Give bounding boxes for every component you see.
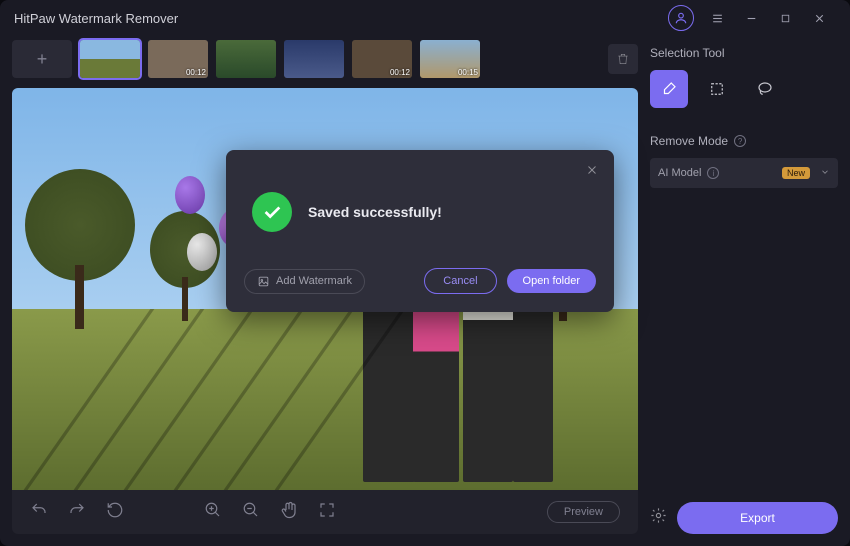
pan-button[interactable] [280, 501, 298, 524]
new-badge: New [782, 167, 810, 179]
success-modal: Saved successfully! Add Watermark Cancel… [226, 150, 614, 312]
thumbnail[interactable] [216, 40, 276, 78]
redo-button[interactable] [68, 501, 86, 524]
thumbnail[interactable]: 00:12 [352, 40, 412, 78]
modal-close-button[interactable] [582, 160, 602, 180]
info-icon: i [707, 167, 719, 179]
chevron-down-icon [820, 167, 830, 180]
export-button[interactable]: Export [677, 502, 838, 534]
remove-mode-select[interactable]: AI Model i New [650, 158, 838, 188]
info-icon[interactable]: ? [734, 135, 746, 147]
thumbnail[interactable] [80, 40, 140, 78]
reset-button[interactable] [106, 501, 124, 524]
selection-tool-label: Selection Tool [650, 46, 838, 60]
undo-button[interactable] [30, 501, 48, 524]
modal-message: Saved successfully! [308, 204, 442, 220]
cancel-button[interactable]: Cancel [424, 268, 496, 294]
brush-tool[interactable] [650, 70, 688, 108]
fit-screen-button[interactable] [318, 501, 336, 524]
titlebar: HitPaw Watermark Remover [0, 0, 850, 36]
zoom-out-button[interactable] [242, 501, 260, 524]
delete-button[interactable] [608, 44, 638, 74]
marquee-tool[interactable] [698, 70, 736, 108]
side-panel: Selection Tool Remove Mode ? AI Model i [650, 40, 838, 534]
app-title: HitPaw Watermark Remover [14, 11, 178, 26]
thumbnail[interactable] [284, 40, 344, 78]
thumbnail-strip: + 00:12 00: [12, 40, 638, 78]
zoom-in-button[interactable] [204, 501, 222, 524]
close-button[interactable] [802, 4, 836, 32]
settings-button[interactable] [650, 507, 667, 529]
lasso-tool[interactable] [746, 70, 784, 108]
preview-button[interactable]: Preview [547, 501, 620, 523]
app-window: HitPaw Watermark Remover + [0, 0, 850, 546]
thumbnail[interactable]: 00:12 [148, 40, 208, 78]
menu-button[interactable] [700, 4, 734, 32]
remove-mode-label: Remove Mode ? [650, 134, 838, 148]
add-media-button[interactable]: + [12, 40, 72, 78]
mode-value: AI Model [658, 167, 701, 179]
minimize-button[interactable] [734, 4, 768, 32]
profile-button[interactable] [668, 5, 694, 31]
thumbnail[interactable]: 00:15 [420, 40, 480, 78]
open-folder-button[interactable]: Open folder [507, 269, 596, 293]
success-check-icon [252, 192, 292, 232]
maximize-button[interactable] [768, 4, 802, 32]
canvas-toolbar: Preview [12, 490, 638, 534]
add-watermark-button[interactable]: Add Watermark [244, 269, 365, 294]
